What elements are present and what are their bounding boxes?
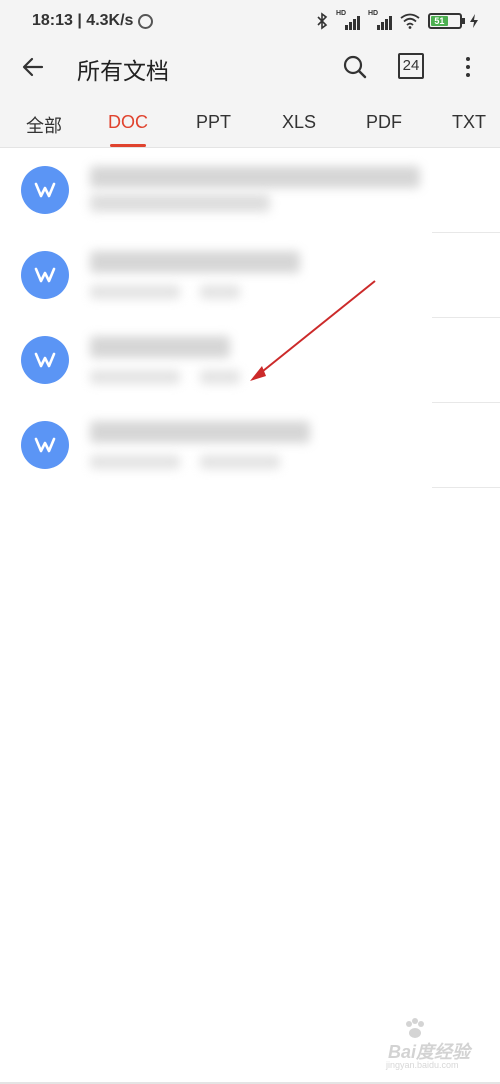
word-doc-icon: [21, 336, 69, 384]
word-doc-icon: [21, 251, 69, 299]
tab-txt[interactable]: TXT: [452, 112, 486, 133]
status-time-speed: 18:13 | 4.3K/s: [32, 12, 134, 29]
back-arrow-icon[interactable]: [18, 52, 48, 82]
sync-icon: [138, 13, 154, 29]
charging-icon: [470, 14, 478, 28]
list-item[interactable]: [0, 233, 500, 318]
active-tab-indicator: [110, 144, 146, 147]
file-size-blurred: [200, 370, 240, 384]
page-title: 所有文档: [77, 58, 169, 84]
file-size-blurred: [200, 455, 280, 469]
top-app-bar: 所有文档 24: [0, 42, 500, 92]
calendar-icon[interactable]: 24: [398, 53, 424, 79]
file-name-blurred: [90, 336, 230, 358]
file-name-blurred: [90, 421, 310, 443]
row-divider: [432, 487, 500, 488]
file-date-blurred: [90, 285, 180, 299]
battery-icon: 51: [428, 13, 465, 29]
tab-pdf[interactable]: PDF: [366, 112, 402, 133]
tab-ppt[interactable]: PPT: [196, 112, 231, 133]
word-doc-icon: [21, 166, 69, 214]
status-bar: 18:13 | 4.3K/s HD HD 51: [0, 0, 500, 42]
status-icons: HD HD 51: [316, 10, 478, 30]
status-time: 18:13 | 4.3K/s: [32, 12, 154, 30]
list-item[interactable]: [0, 318, 500, 403]
search-icon[interactable]: [340, 52, 370, 82]
file-date-blurred: [90, 370, 180, 384]
tab-doc[interactable]: DOC: [108, 112, 148, 133]
file-name-blurred: [90, 166, 420, 188]
signal-icon-1: HD: [336, 10, 360, 30]
more-vert-icon[interactable]: [458, 52, 478, 82]
tab-xls[interactable]: XLS: [282, 112, 316, 133]
file-name-blurred-line2: [90, 194, 270, 212]
file-type-tabs: 全部 DOC PPT XLS PDF TXT: [0, 92, 500, 148]
file-size-blurred: [200, 285, 240, 299]
file-name-blurred: [90, 251, 300, 273]
file-date-blurred: [90, 455, 180, 469]
word-doc-icon: [21, 421, 69, 469]
baidu-jingyan-watermark: Bai度经验 jingyan.baidu.com: [360, 1016, 480, 1076]
tab-all[interactable]: 全部: [26, 112, 62, 138]
list-item[interactable]: [0, 403, 500, 488]
list-item[interactable]: [0, 148, 500, 233]
watermark-url: jingyan.baidu.com: [386, 1060, 459, 1070]
battery-level: 51: [431, 16, 448, 26]
signal-icon-2: HD: [368, 10, 392, 30]
wifi-icon: [400, 13, 420, 29]
bluetooth-icon: [317, 12, 328, 30]
